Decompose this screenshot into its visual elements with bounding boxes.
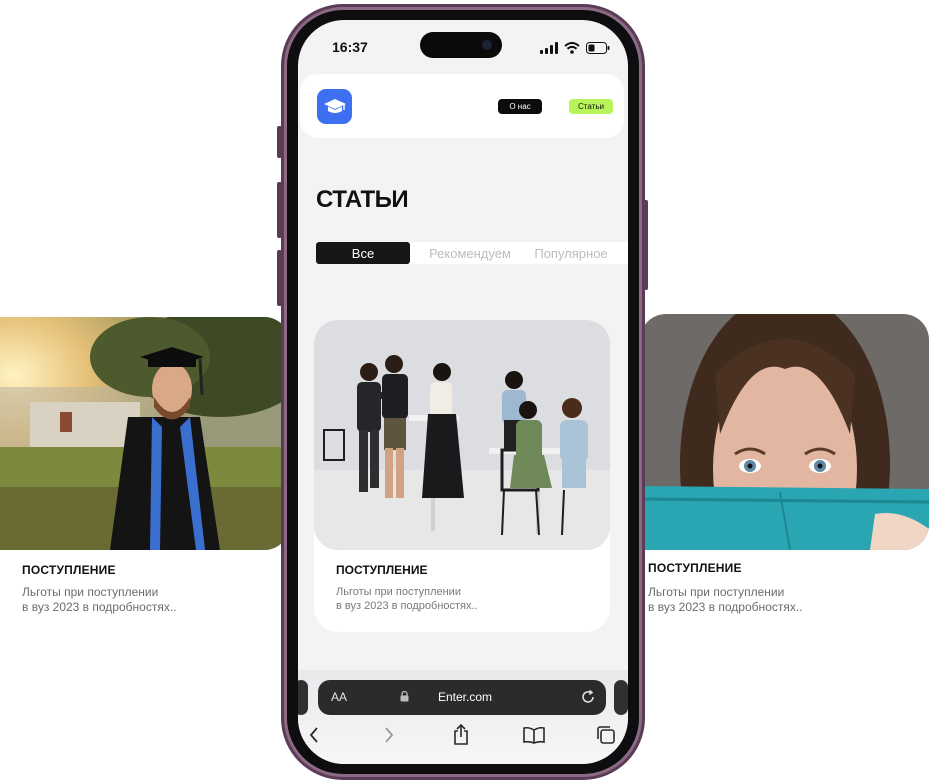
nav-articles-button[interactable]: Статьи <box>569 99 613 114</box>
wifi-icon <box>564 42 580 54</box>
text-size-button[interactable]: AA <box>331 690 347 704</box>
article-desc: Льготы при поступлении в вуз 2023 в подр… <box>336 585 556 613</box>
previous-tab-preview[interactable] <box>298 680 308 715</box>
graduation-cap-icon <box>323 98 346 113</box>
side-right-desc: Льготы при поступлении в вуз 2023 в подр… <box>648 585 868 615</box>
page-title: СТАТЬИ <box>316 186 409 213</box>
url-text[interactable]: Enter.com <box>438 690 492 704</box>
forward-button[interactable] <box>378 724 400 746</box>
chevron-left-icon <box>309 727 318 743</box>
book-icon <box>523 726 545 744</box>
tab-recommended[interactable]: Рекомендуем <box>420 242 520 264</box>
dynamic-island <box>420 32 502 58</box>
share-button[interactable] <box>450 724 472 746</box>
article-title: ПОСТУПЛЕНИЕ <box>336 563 428 577</box>
phone-action-button <box>277 126 282 158</box>
reader-photo[interactable] <box>640 314 929 550</box>
phone-volume-down <box>277 250 282 306</box>
back-button[interactable] <box>303 724 325 746</box>
side-left-desc-line2: в вуз 2023 в подробностях.. <box>22 600 177 614</box>
tabs-icon <box>597 726 615 744</box>
article-card[interactable]: ПОСТУПЛЕНИЕ Льготы при поступлении в вуз… <box>314 320 610 632</box>
camera-icon <box>482 40 492 50</box>
status-icons <box>540 42 610 54</box>
side-right-title: ПОСТУПЛЕНИЕ <box>648 561 742 575</box>
site-header: О нас Статьи <box>300 74 624 138</box>
article-desc-line2: в вуз 2023 в подробностях.. <box>336 600 478 612</box>
status-time: 16:37 <box>332 39 368 55</box>
phone-power-button <box>643 200 648 290</box>
phone-volume-up <box>277 182 282 238</box>
battery-icon <box>586 42 610 54</box>
lock-icon <box>400 691 409 702</box>
next-tab-preview[interactable] <box>614 680 628 715</box>
graduate-photo[interactable] <box>0 317 290 550</box>
nav-about-button[interactable]: О нас <box>498 99 542 114</box>
side-left-title: ПОСТУПЛЕНИЕ <box>22 563 116 577</box>
address-bar[interactable]: AA Enter.com <box>318 680 606 715</box>
article-image[interactable] <box>314 320 610 550</box>
chevron-right-icon <box>385 727 394 743</box>
article-desc-line1: Льготы при поступлении <box>336 586 461 598</box>
bookmarks-button[interactable] <box>523 724 545 746</box>
browser-bottom-bar: AA Enter.com <box>298 670 628 764</box>
side-right-desc-line2: в вуз 2023 в подробностях.. <box>648 600 803 614</box>
tab-all[interactable]: Все <box>316 242 410 264</box>
tab-popular[interactable]: Популярное <box>526 242 616 264</box>
reload-icon[interactable] <box>580 689 596 705</box>
side-left-desc: Льготы при поступлении в вуз 2023 в подр… <box>22 585 242 615</box>
signal-icon <box>540 42 558 54</box>
filter-tabs: Все Рекомендуем Популярное <box>316 242 628 264</box>
tabs-button[interactable] <box>595 724 617 746</box>
site-logo[interactable] <box>317 89 352 124</box>
phone-screen: 16:37 О нас Статьи СТАТЬИ Все Рекомендуе… <box>298 20 628 764</box>
share-icon <box>454 724 468 745</box>
side-left-desc-line1: Льготы при поступлении <box>22 585 159 599</box>
side-right-desc-line1: Льготы при поступлении <box>648 585 785 599</box>
